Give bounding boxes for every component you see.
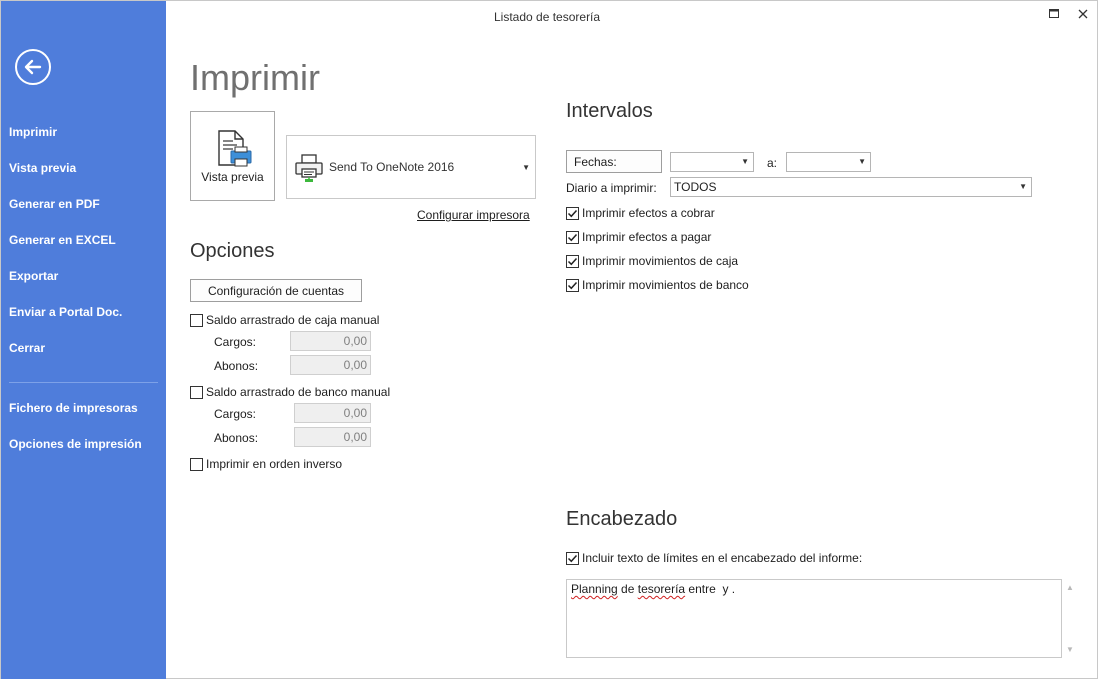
preview-button[interactable]: Vista previa [190, 111, 275, 201]
chevron-down-icon: ▼ [522, 163, 530, 172]
efectos-pagar-checkbox[interactable] [566, 230, 579, 244]
sidebar-item-fichero-impresoras[interactable]: Fichero de impresoras [9, 401, 138, 415]
efectos-cobrar-checkbox[interactable] [566, 206, 579, 220]
fechas-button[interactable]: Fechas: [566, 150, 662, 173]
configure-printer-link[interactable]: Configurar impresora [417, 208, 530, 222]
banco-abonos-field[interactable]: 0,00 [294, 427, 371, 447]
fecha-hasta-dropdown[interactable]: ▼ [786, 152, 871, 172]
chevron-down-icon: ▼ [741, 157, 749, 166]
intervalos-title: Intervalos [566, 100, 653, 122]
sidebar-item-opciones-impresion[interactable]: Opciones de impresión [9, 437, 142, 451]
chevron-down-icon: ▼ [1019, 182, 1027, 191]
movimientos-banco-checkbox-row[interactable]: Imprimir movimientos de banco [566, 278, 749, 292]
printer-name: Send To OneNote 2016 [329, 160, 455, 174]
print-preview-icon [218, 130, 252, 167]
sidebar-item-imprimir[interactable]: Imprimir [9, 125, 57, 139]
preview-label: Vista previa [201, 170, 264, 184]
saldo-banco-checkbox[interactable] [190, 385, 203, 399]
sidebar-item-vista-previa[interactable]: Vista previa [9, 161, 76, 175]
sidebar-item-cerrar[interactable]: Cerrar [9, 341, 45, 355]
movimientos-banco-checkbox[interactable] [566, 278, 579, 292]
encabezado-textarea[interactable]: Planning de tesorería entre y . [566, 579, 1062, 658]
encabezado-title: Encabezado [566, 508, 678, 530]
caja-cargos-field[interactable]: 0,00 [290, 331, 371, 351]
printer-icon [295, 154, 323, 182]
saldo-caja-checkbox-row[interactable]: Saldo arrastrado de caja manual [190, 313, 379, 327]
movimientos-banco-label: Imprimir movimientos de banco [582, 278, 749, 292]
a-label: a: [767, 156, 778, 170]
sidebar-item-generar-pdf[interactable]: Generar en PDF [9, 197, 100, 211]
efectos-cobrar-label: Imprimir efectos a cobrar [582, 206, 715, 220]
encabezado-text-word1: Planning [571, 582, 618, 596]
orden-inverso-label: Imprimir en orden inverso [206, 457, 343, 471]
incluir-limites-checkbox-row[interactable]: Incluir texto de límites en el encabezad… [566, 551, 862, 565]
page-title: Imprimir [190, 57, 320, 98]
diario-dropdown[interactable]: TODOS ▼ [670, 177, 1032, 197]
sidebar: Imprimir Vista previa Generar en PDF Gen… [1, 1, 166, 679]
close-icon [1078, 9, 1088, 19]
efectos-pagar-label: Imprimir efectos a pagar [582, 230, 712, 244]
saldo-caja-checkbox[interactable] [190, 313, 203, 327]
close-button[interactable] [1073, 5, 1093, 23]
movimientos-caja-label: Imprimir movimientos de caja [582, 254, 739, 268]
fecha-desde-dropdown[interactable]: ▼ [670, 152, 754, 172]
sidebar-item-generar-excel[interactable]: Generar en EXCEL [9, 233, 116, 247]
textarea-scrollbar[interactable]: ▲ ▼ [1063, 579, 1079, 658]
saldo-banco-checkbox-row[interactable]: Saldo arrastrado de banco manual [190, 385, 390, 399]
caja-cargos-label: Cargos: [214, 335, 257, 349]
caja-abonos-field[interactable]: 0,00 [290, 355, 371, 375]
printer-dropdown[interactable]: Send To OneNote 2016 ▼ [286, 135, 536, 199]
diario-label: Diario a imprimir: [566, 181, 657, 195]
sidebar-divider [9, 382, 158, 383]
chevron-down-icon: ▼ [858, 157, 866, 166]
checkmark-icon [567, 554, 578, 562]
encabezado-text-rest: entre y . [685, 582, 736, 596]
orden-inverso-checkbox[interactable] [190, 457, 203, 471]
banco-cargos-label: Cargos: [214, 407, 257, 421]
back-button[interactable] [15, 49, 51, 85]
window-title: Listado de tesorería [494, 10, 601, 24]
banco-cargos-field[interactable]: 0,00 [294, 403, 371, 423]
checkmark-icon [567, 209, 578, 217]
configuracion-cuentas-button[interactable]: Configuración de cuentas [190, 279, 362, 302]
checkmark-icon [567, 281, 578, 289]
encabezado-text-word2: tesorería [637, 582, 686, 596]
incluir-limites-label: Incluir texto de límites en el encabezad… [582, 551, 863, 565]
efectos-pagar-checkbox-row[interactable]: Imprimir efectos a pagar [566, 230, 711, 244]
encabezado-text-mid: de [617, 582, 638, 596]
saldo-banco-label: Saldo arrastrado de banco manual [206, 385, 391, 399]
movimientos-caja-checkbox[interactable] [566, 254, 579, 268]
orden-inverso-checkbox-row[interactable]: Imprimir en orden inverso [190, 457, 342, 471]
incluir-limites-checkbox[interactable] [566, 551, 579, 565]
print-window: Imprimir Vista previa Generar en PDF Gen… [0, 0, 1098, 679]
back-arrow-icon [24, 59, 42, 75]
movimientos-caja-checkbox-row[interactable]: Imprimir movimientos de caja [566, 254, 738, 268]
opciones-title: Opciones [190, 240, 275, 262]
sidebar-item-exportar[interactable]: Exportar [9, 269, 58, 283]
sidebar-item-enviar-portal[interactable]: Enviar a Portal Doc. [9, 305, 122, 319]
caja-abonos-label: Abonos: [214, 359, 259, 373]
maximize-button[interactable] [1044, 5, 1064, 23]
scroll-up-icon[interactable]: ▲ [1066, 583, 1074, 592]
maximize-icon [1048, 9, 1059, 18]
scroll-down-icon[interactable]: ▼ [1066, 645, 1074, 654]
diario-value: TODOS [674, 180, 717, 194]
checkmark-icon [567, 257, 578, 265]
banco-abonos-label: Abonos: [214, 431, 259, 445]
checkmark-icon [567, 233, 578, 241]
saldo-caja-label: Saldo arrastrado de caja manual [206, 313, 380, 327]
efectos-cobrar-checkbox-row[interactable]: Imprimir efectos a cobrar [566, 206, 715, 220]
